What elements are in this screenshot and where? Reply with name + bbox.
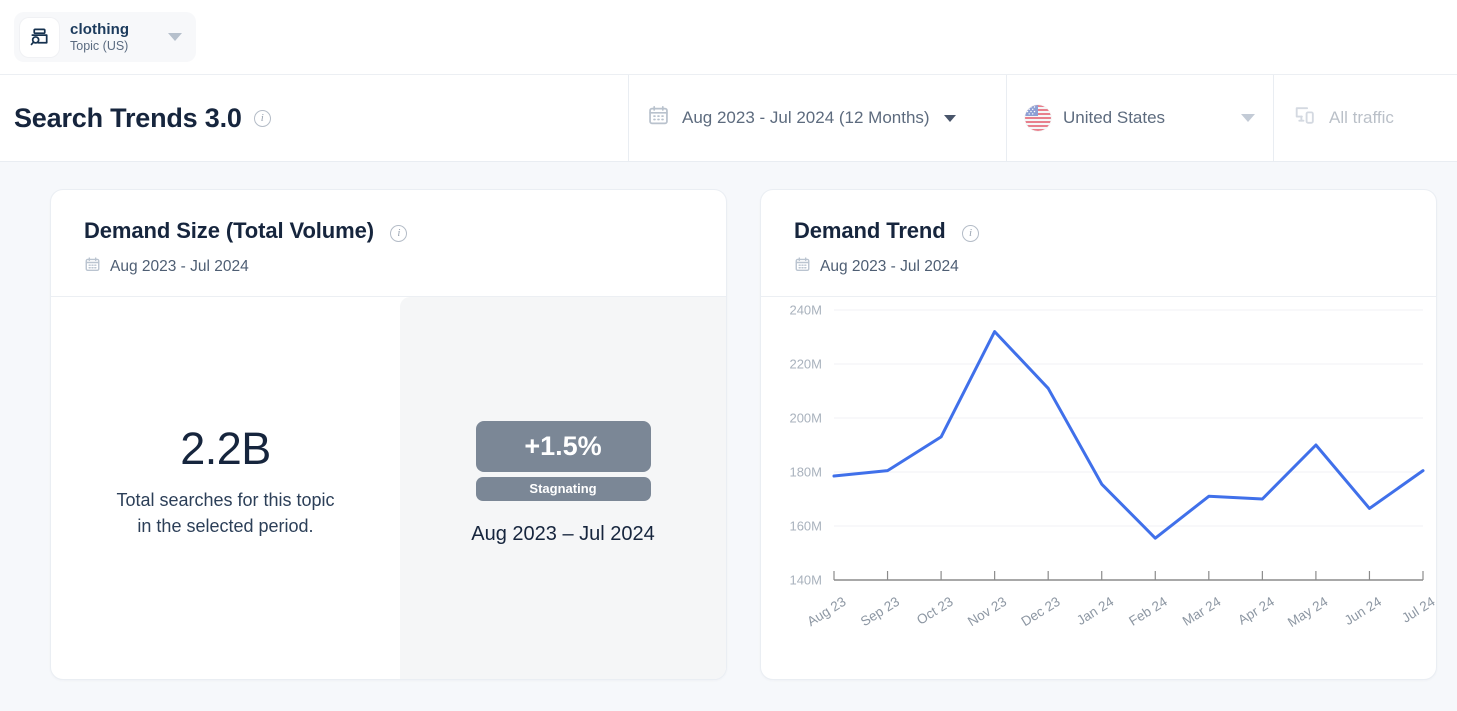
kpi-caption-line2: in the selected period. xyxy=(137,516,314,536)
chevron-down-icon[interactable] xyxy=(943,114,956,122)
card-title: Demand Trend xyxy=(794,218,946,243)
topic-name: clothing xyxy=(70,20,130,38)
date-range-label: Aug 2023 - Jul 2024 (12 Months) xyxy=(682,108,930,127)
growth-panel: +1.5% Stagnating Aug 2023 – Jul 2024 xyxy=(400,297,726,679)
topic-subtitle: Topic (US) xyxy=(70,38,129,53)
x-axis-tick-label: Jul 24 xyxy=(1399,594,1437,626)
total-volume-kpi: 2.2B Total searches for this topic in th… xyxy=(51,297,400,679)
chevron-down-icon[interactable] xyxy=(1241,114,1255,122)
demand-trend-card: Demand Trend i Aug 2023 - Jul 2024 140M 1… xyxy=(760,189,1437,680)
search-card-icon xyxy=(20,17,59,57)
x-axis-tick-label: Feb 24 xyxy=(1126,594,1170,629)
demand-trend-chart[interactable]: 140M 160M 180M 200M 220M 240M Aug 23 Sep 23 Oct … xyxy=(761,297,1436,679)
x-axis-tick-label: Apr 24 xyxy=(1235,594,1277,628)
demand-size-subtitle-text: Aug 2023 - Jul 2024 xyxy=(110,258,249,275)
demand-trend-subtitle-text: Aug 2023 - Jul 2024 xyxy=(820,258,959,275)
demand-size-card-header: Demand Size (Total Volume) i Aug 2023 - … xyxy=(51,190,726,296)
demand-trend-card-header: Demand Trend i Aug 2023 - Jul 2024 xyxy=(761,190,1436,296)
y-axis-tick-label: 220M xyxy=(789,357,822,372)
traffic-selector[interactable]: All traffic xyxy=(1274,75,1457,161)
y-axis-tick-label: 240M xyxy=(789,303,822,318)
traffic-label: All traffic xyxy=(1329,108,1394,127)
growth-percentage-badge: +1.5% xyxy=(475,420,651,472)
status-badge: Stagnating xyxy=(475,476,651,501)
chevron-down-icon[interactable] xyxy=(168,33,182,41)
x-axis-tick-label: Nov 23 xyxy=(965,594,1009,629)
x-axis-tick-label: Dec 23 xyxy=(1019,594,1063,629)
info-icon[interactable]: i xyxy=(390,225,408,243)
demand-size-subtitle: Aug 2023 - Jul 2024 xyxy=(84,256,726,278)
calendar-icon xyxy=(794,256,811,278)
info-icon[interactable]: i xyxy=(962,225,980,243)
kpi-caption: Total searches for this topic in the sel… xyxy=(116,487,334,539)
x-axis-tick-label: Jun 24 xyxy=(1342,594,1385,628)
x-axis-tick-label: May 24 xyxy=(1285,594,1331,630)
trend-line-series[interactable] xyxy=(832,330,1425,540)
country-selector[interactable]: United States xyxy=(1007,75,1274,161)
us-flag-icon xyxy=(1025,105,1051,131)
y-axis-tick-label: 140M xyxy=(789,573,822,588)
x-axis-tick-label: Sep 23 xyxy=(858,594,902,629)
kpi-caption-line1: Total searches for this topic xyxy=(116,489,335,510)
y-axis-tick-label: 200M xyxy=(789,411,822,426)
card-title: Demand Size (Total Volume) xyxy=(84,218,374,243)
y-axis-tick-label: 180M xyxy=(789,465,822,480)
page-title-zone: Search Trends 3.0 i xyxy=(0,75,629,161)
page-title: Search Trends 3.0 xyxy=(14,102,242,133)
info-icon[interactable]: i xyxy=(253,109,271,127)
kpi-value: 2.2B xyxy=(180,422,271,474)
country-label: United States xyxy=(1063,108,1166,127)
devices-icon xyxy=(1292,103,1317,133)
x-axis-tick-label: Aug 23 xyxy=(804,594,848,629)
x-axis-tick-label: Jan 24 xyxy=(1074,594,1117,628)
demand-trend-subtitle: Aug 2023 - Jul 2024 xyxy=(794,256,1436,278)
demand-trend-title-row: Demand Trend i xyxy=(794,218,1436,244)
calendar-icon xyxy=(84,256,101,278)
demand-size-card: Demand Size (Total Volume) i Aug 2023 - … xyxy=(50,189,727,680)
x-axis-tick-label: Mar 24 xyxy=(1180,594,1224,629)
x-axis-tick-label: Oct 23 xyxy=(914,594,956,628)
topic-selector-chip[interactable]: clothing Topic (US) xyxy=(14,12,196,62)
date-range-selector[interactable]: Aug 2023 - Jul 2024 (12 Months) xyxy=(629,75,1007,161)
demand-size-body: 2.2B Total searches for this topic in th… xyxy=(51,297,726,679)
top-bar: clothing Topic (US) xyxy=(0,0,1457,75)
y-axis-tick-label: 160M xyxy=(789,519,822,534)
calendar-icon xyxy=(647,104,670,132)
growth-period: Aug 2023 – Jul 2024 xyxy=(471,522,655,545)
dashboard-canvas: Demand Size (Total Volume) i Aug 2023 - … xyxy=(0,162,1457,711)
demand-size-title-row: Demand Size (Total Volume) i xyxy=(84,218,726,244)
page-header: Search Trends 3.0 i Aug 2023 - Jul 2024 … xyxy=(0,75,1457,162)
